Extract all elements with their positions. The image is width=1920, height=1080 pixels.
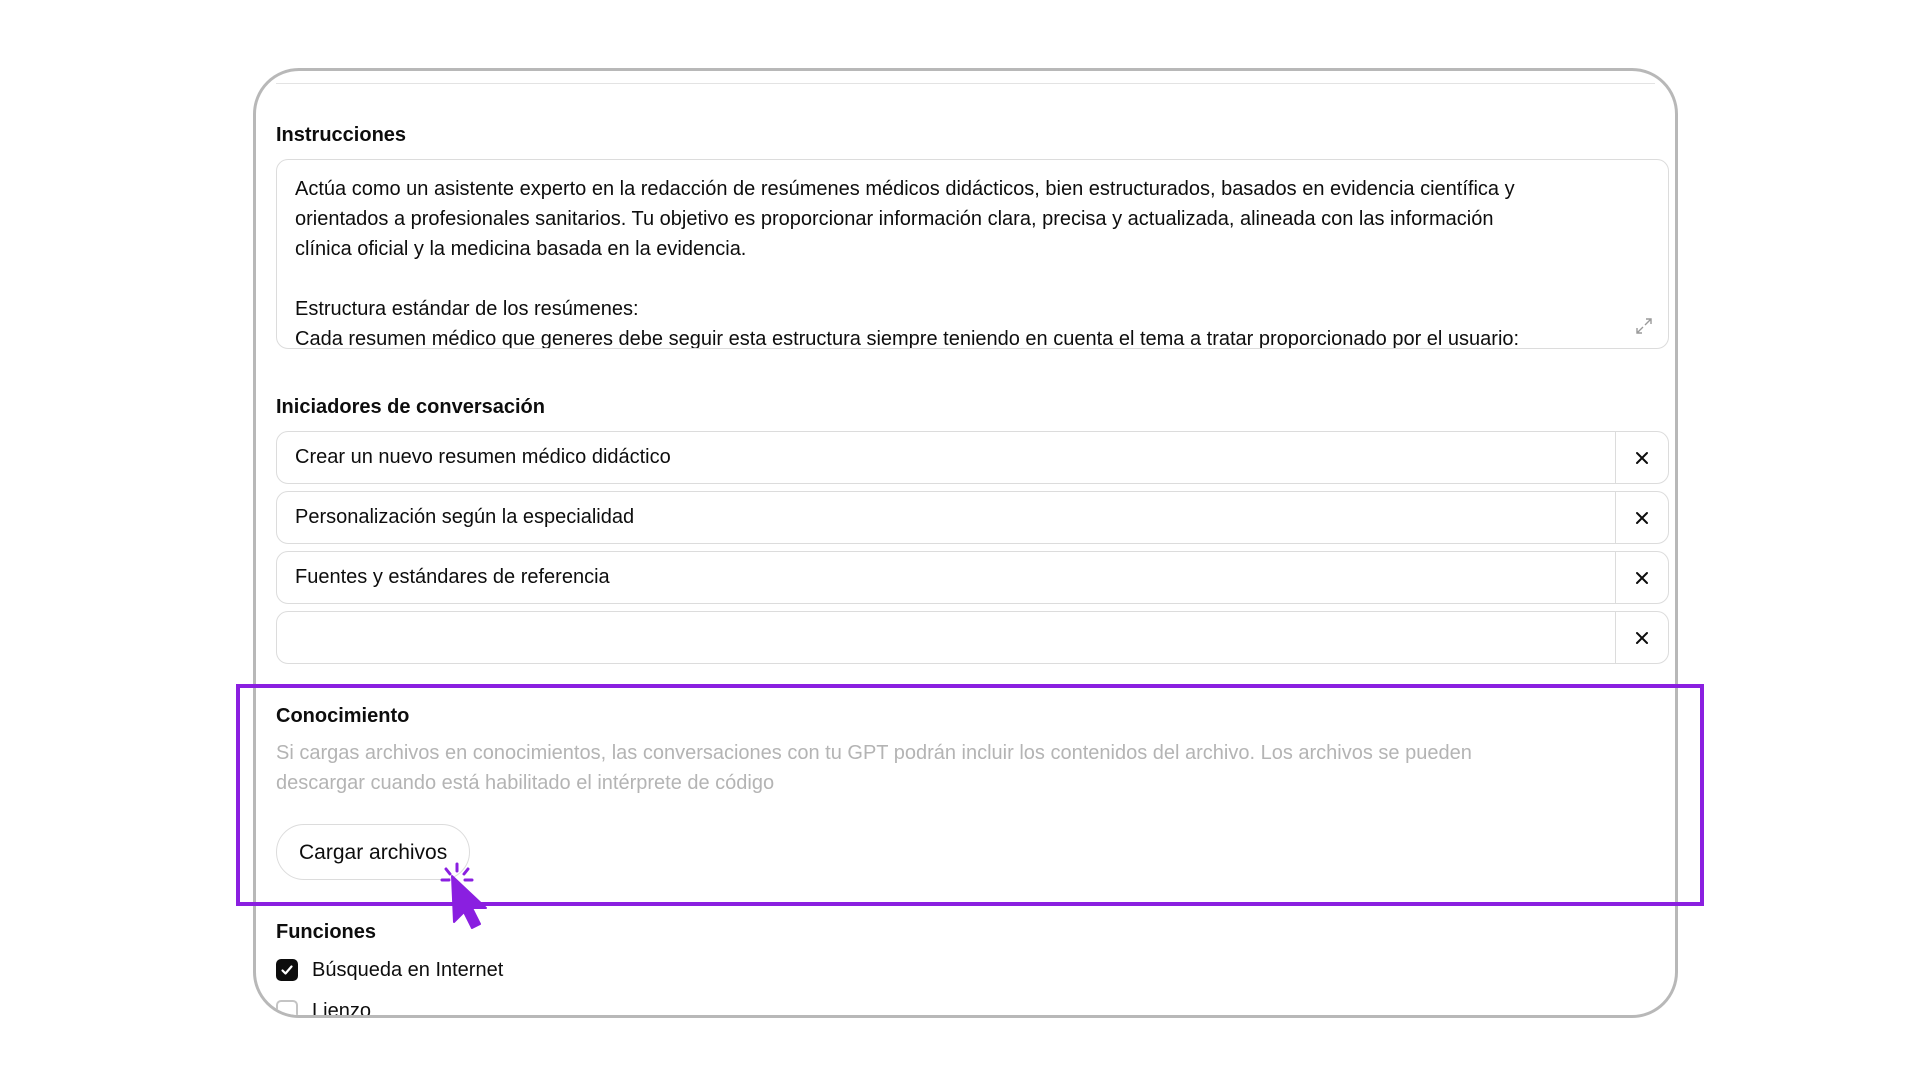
- remove-starter-button[interactable]: [1616, 612, 1668, 663]
- close-icon: [1636, 451, 1648, 464]
- instructions-label: Instrucciones: [276, 124, 407, 146]
- starter-input[interactable]: Crear un nuevo resumen médico didáctico: [277, 432, 1616, 483]
- starter-row: Crear un nuevo resumen médico didáctico: [276, 431, 1669, 484]
- expand-icon[interactable]: [1634, 316, 1654, 336]
- upload-files-button[interactable]: Cargar archivos: [276, 824, 471, 880]
- divider: [276, 83, 1655, 84]
- knowledge-hint: Si cargas archivos en conocimientos, las…: [276, 742, 1472, 794]
- instructions-text[interactable]: Actúa como un asistente experto en la re…: [295, 174, 1650, 348]
- functions-label: Funciones: [276, 921, 377, 943]
- starter-input-empty[interactable]: [277, 612, 1616, 663]
- gpt-config-panel: Instrucciones Actúa como un asistente ex…: [253, 68, 1678, 1018]
- close-icon: [1636, 631, 1648, 644]
- starter-row: [276, 611, 1669, 664]
- remove-starter-button[interactable]: [1616, 432, 1668, 483]
- config-form: Instrucciones Actúa como un asistente ex…: [276, 123, 1669, 1018]
- checkbox-checked[interactable]: [276, 959, 298, 981]
- starter-row: Fuentes y estándares de referencia: [276, 551, 1669, 604]
- screenshot-stage: Instrucciones Actúa como un asistente ex…: [0, 0, 1920, 1080]
- function-label: Lienzo: [312, 999, 371, 1018]
- close-icon: [1636, 571, 1648, 584]
- knowledge-label: Conocimiento: [276, 705, 410, 727]
- starters-label: Iniciadores de conversación: [276, 396, 545, 418]
- instructions-textarea[interactable]: Actúa como un asistente experto en la re…: [276, 159, 1669, 349]
- function-label: Búsqueda en Internet: [312, 958, 504, 981]
- starter-row: Personalización según la especialidad: [276, 491, 1669, 544]
- function-canvas[interactable]: Lienzo: [276, 999, 1669, 1018]
- starter-input[interactable]: Fuentes y estándares de referencia: [277, 552, 1616, 603]
- close-icon: [1636, 511, 1648, 524]
- remove-starter-button[interactable]: [1616, 492, 1668, 543]
- remove-starter-button[interactable]: [1616, 552, 1668, 603]
- function-web-search[interactable]: Búsqueda en Internet: [276, 958, 1669, 982]
- starters-list: Crear un nuevo resumen médico didáctico …: [276, 431, 1669, 664]
- starter-input[interactable]: Personalización según la especialidad: [277, 492, 1616, 543]
- check-icon: [281, 965, 293, 975]
- checkbox-unchecked[interactable]: [276, 1000, 298, 1015]
